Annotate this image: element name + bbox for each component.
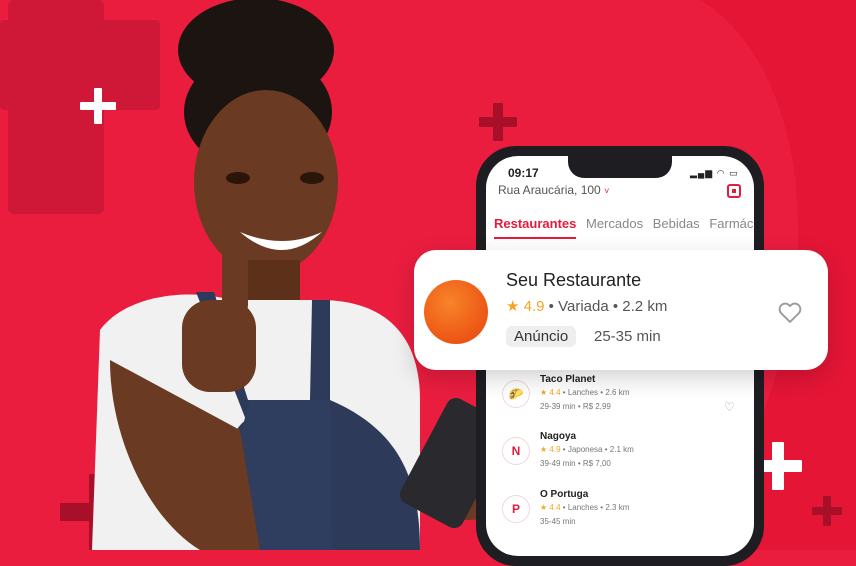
ad-badge: Anúncio — [506, 326, 577, 347]
card-rating: 4.9 — [523, 298, 545, 315]
list-item[interactable]: 🌮 Taco Planet ★ 4.4 • Lanches • 2.6 km 2… — [498, 374, 746, 428]
address-text: Rua Araucária, 100 — [498, 183, 601, 197]
nagoya-logo-icon: N — [502, 437, 530, 465]
list-item[interactable]: N Nagoya ★ 4.9 • Japonesa • 2.1 km 39-49… — [498, 431, 746, 485]
star-icon: ★ — [540, 503, 548, 512]
portuga-logo-icon: P — [502, 495, 530, 523]
restaurant-meta: ★ 4.4 • Lanches • 2.3 km — [540, 503, 630, 512]
chevron-down-icon: ˅ — [604, 186, 610, 196]
restaurant-delivery: 29-39 min • R$ 2,99 — [540, 402, 611, 411]
tab-restaurantes[interactable]: Restaurantes — [494, 216, 577, 239]
restaurant-delivery: 39-49 min • R$ 7,00 — [540, 459, 611, 468]
card-category: Variada — [558, 298, 609, 315]
qr-scan-icon[interactable] — [727, 184, 741, 198]
address-selector[interactable]: Rua Araucária, 100 ˅ — [498, 183, 609, 197]
featured-restaurant-card[interactable]: Seu Restaurante ★ 4.9 • Variada • 2.2 km… — [414, 250, 828, 370]
tab-farmacia[interactable]: Farmác — [709, 216, 753, 231]
card-delivery-time: 25-35 min — [594, 328, 661, 345]
restaurant-logo — [424, 280, 488, 344]
list-item[interactable]: P O Portuga ★ 4.4 • Lanches • 2.3 km 35-… — [498, 489, 746, 543]
category-tabs: Restaurantes Mercados Bebidas Farmác — [494, 216, 754, 239]
tab-mercados[interactable]: Mercados — [586, 216, 643, 231]
card-title: Seu Restaurante — [506, 270, 642, 290]
tab-bebidas[interactable]: Bebidas — [653, 216, 700, 231]
restaurant-name: Taco Planet — [540, 374, 596, 385]
card-meta: ★ 4.9 • Variada • 2.2 km — [506, 298, 668, 315]
restaurant-delivery: 35-45 min — [540, 517, 576, 526]
heart-icon[interactable]: ♡ — [724, 400, 735, 414]
star-icon: ★ — [540, 388, 548, 397]
restaurant-name: O Portuga — [540, 489, 589, 500]
star-icon: ★ — [506, 298, 520, 315]
status-time: 09:17 — [508, 166, 539, 180]
restaurant-name: Nagoya — [540, 431, 577, 442]
taco-logo-icon: 🌮 — [502, 380, 530, 408]
restaurant-meta: ★ 4.9 • Japonesa • 2.1 km — [540, 445, 634, 454]
restaurant-meta: ★ 4.4 • Lanches • 2.6 km — [540, 388, 630, 397]
phone-notch — [568, 156, 672, 178]
heart-icon[interactable] — [776, 298, 804, 326]
status-icons: ▂▄▆ ◠ ▭ — [690, 168, 739, 178]
star-icon: ★ — [540, 445, 548, 454]
card-distance: 2.2 km — [622, 298, 668, 315]
